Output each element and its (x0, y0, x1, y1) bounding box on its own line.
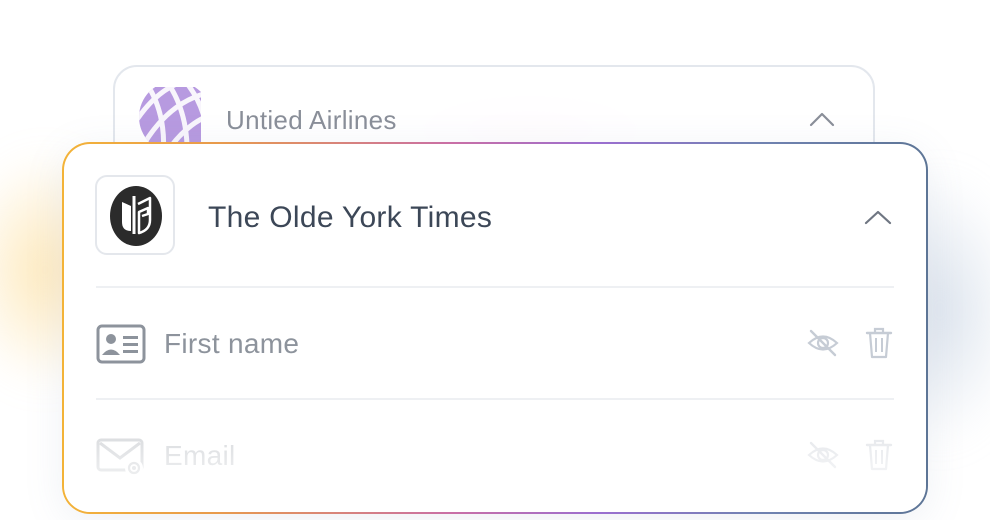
id-card-icon (96, 324, 146, 364)
divider (96, 286, 894, 288)
account-card-body: The Olde York Times First name Email (64, 144, 926, 512)
eye-off-icon[interactable] (806, 440, 840, 470)
email-at-icon (96, 436, 146, 477)
chevron-up-icon[interactable] (809, 111, 835, 127)
eye-off-icon[interactable] (806, 328, 840, 358)
divider (96, 398, 894, 400)
account-card-olde-york-times[interactable]: The Olde York Times First name Email (62, 142, 928, 514)
field-label: First name (164, 328, 300, 359)
account-title: Untied Airlines (226, 105, 397, 135)
trash-icon[interactable] (864, 438, 894, 472)
newspaper-logo-icon (95, 175, 175, 255)
account-title: The Olde York Times (208, 201, 493, 234)
trash-icon[interactable] (864, 326, 894, 360)
field-row-email[interactable]: Email (96, 426, 894, 486)
field-label: Email (164, 440, 236, 471)
field-row-first-name[interactable]: First name (96, 314, 894, 374)
chevron-up-icon[interactable] (864, 209, 892, 225)
screen: Untied Airlines The Olde York Times Firs… (0, 0, 990, 520)
